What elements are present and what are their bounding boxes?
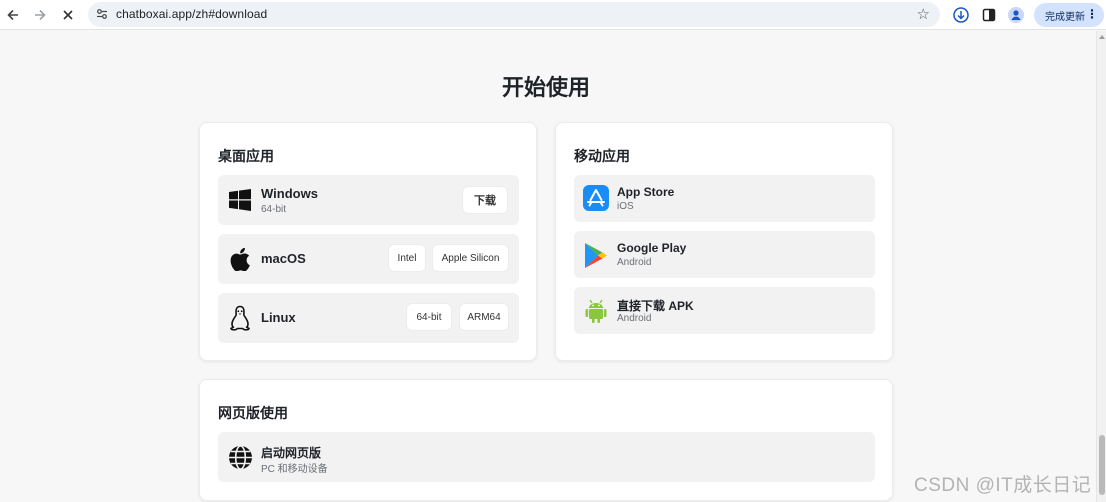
forward-button[interactable]	[30, 5, 50, 25]
forward-arrow-icon	[35, 9, 46, 21]
googleplay-platform: Android	[617, 257, 652, 268]
google-play-icon	[583, 241, 609, 269]
linux-name: Linux	[261, 310, 296, 325]
side-panel-icon	[982, 8, 996, 22]
side-panel-button[interactable]	[979, 5, 999, 25]
googleplay-row[interactable]: Google Play Android	[574, 231, 875, 278]
linux-row: Linux 64-bit ARM64	[218, 293, 519, 343]
page-scrollbar[interactable]	[1096, 31, 1106, 502]
app-store-icon	[583, 185, 609, 211]
linux-arm64-button[interactable]: ARM64	[459, 303, 509, 331]
watermark: CSDN @IT成长日记	[914, 475, 1092, 496]
web-version-card: 网页版使用 启动网页版 PC 和移动设备	[199, 379, 893, 501]
googleplay-name: Google Play	[617, 241, 687, 255]
macos-name: macOS	[261, 251, 306, 266]
close-icon	[63, 10, 73, 20]
site-settings-icon[interactable]	[94, 6, 110, 22]
globe-icon	[227, 444, 253, 470]
bookmark-star-icon[interactable]: ☆	[917, 5, 930, 23]
launch-web-devices: PC 和移动设备	[261, 464, 328, 475]
download-icon	[953, 7, 969, 23]
page-title: 开始使用	[501, 75, 590, 100]
apk-name: 直接下载 APK	[617, 299, 694, 313]
launch-web-row[interactable]: 启动网页版 PC 和移动设备	[218, 432, 875, 482]
back-button[interactable]	[3, 5, 23, 25]
macos-apple-silicon-button[interactable]: Apple Silicon	[432, 244, 509, 272]
windows-name: Windows	[261, 186, 318, 201]
linux-64bit-button[interactable]: 64-bit	[406, 303, 452, 331]
apk-platform: Android	[617, 313, 652, 324]
browser-toolbar: chatboxai.app/zh#download ☆ 完成更新 ⋮	[0, 0, 1106, 30]
avatar-icon	[1008, 7, 1024, 23]
complete-update-button[interactable]: 完成更新 ⋮	[1034, 3, 1104, 27]
scroll-up-arrow-icon[interactable]	[1099, 35, 1105, 39]
launch-web-name: 启动网页版	[261, 446, 322, 460]
stop-button[interactable]	[58, 5, 78, 25]
more-vert-icon: ⋮	[1086, 7, 1098, 21]
apk-row[interactable]: 直接下载 APK Android	[574, 287, 875, 334]
desktop-card-title: 桌面应用	[218, 148, 274, 164]
address-bar[interactable]: chatboxai.app/zh#download ☆	[88, 2, 940, 27]
windows-logo-icon	[228, 189, 252, 211]
windows-row: Windows 64-bit 下载	[218, 175, 519, 225]
macos-intel-button[interactable]: Intel	[388, 244, 426, 272]
apple-logo-icon	[229, 247, 251, 271]
desktop-apps-card: 桌面应用 Windows 64-bit 下载 macOS Intel Apple…	[199, 122, 537, 361]
update-label: 完成更新	[1045, 11, 1085, 23]
appstore-row[interactable]: App Store iOS	[574, 175, 875, 222]
scroll-thumb[interactable]	[1099, 435, 1105, 495]
mobile-card-title: 移动应用	[574, 148, 630, 164]
macos-row: macOS Intel Apple Silicon	[218, 234, 519, 284]
url-text: chatboxai.app/zh#download	[116, 7, 268, 21]
android-robot-icon	[583, 297, 609, 325]
profile-button[interactable]	[1006, 5, 1026, 25]
appstore-platform: iOS	[617, 201, 634, 212]
windows-arch: 64-bit	[261, 204, 287, 215]
mobile-apps-card: 移动应用 App Store iOS Google Play Android 直…	[555, 122, 893, 361]
downloads-button[interactable]	[951, 5, 971, 25]
windows-download-button[interactable]: 下载	[462, 186, 508, 214]
appstore-name: App Store	[617, 185, 675, 199]
web-card-title: 网页版使用	[218, 405, 288, 421]
back-arrow-icon	[7, 9, 18, 21]
linux-tux-icon	[228, 305, 252, 331]
